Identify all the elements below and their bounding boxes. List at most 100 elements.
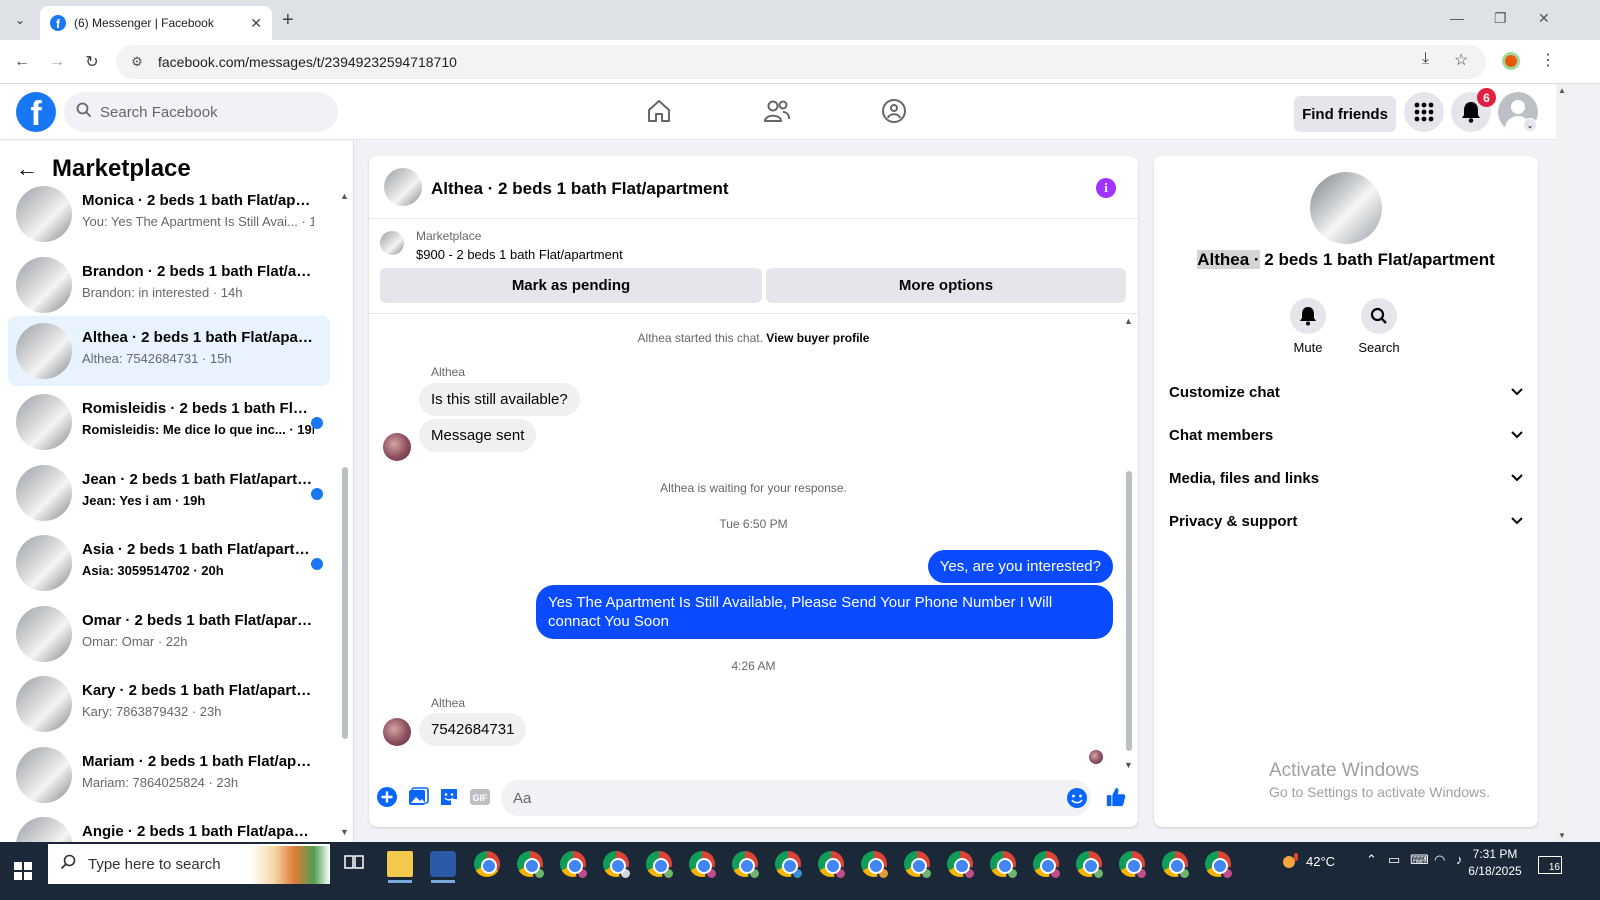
facebook-search[interactable] (64, 92, 338, 132)
browser-menu-icon[interactable]: ⋮ (1540, 50, 1556, 70)
conversation-item[interactable]: Monica · 2 beds 1 bath Flat/apartment Yo… (8, 179, 330, 249)
task-view-icon[interactable] (343, 851, 369, 877)
browser-tab[interactable]: f (6) Messenger | Facebook ✕ (40, 6, 272, 40)
menu-grid-icon[interactable] (1404, 92, 1444, 132)
minimize-icon[interactable]: — (1450, 10, 1464, 26)
windows-start-icon[interactable] (0, 842, 46, 900)
conversation-item[interactable]: Asia · 2 beds 1 bath Flat/apartment Asia… (8, 528, 330, 598)
window-close-icon[interactable]: ✕ (1538, 10, 1550, 27)
sidebar-scroll-up-icon[interactable]: ▲ (340, 191, 349, 201)
view-buyer-profile-link[interactable]: View buyer profile (766, 331, 869, 345)
thumbs-up-icon[interactable] (1105, 786, 1127, 808)
restore-icon[interactable]: ❐ (1494, 10, 1507, 27)
tab-close-icon[interactable]: ✕ (250, 15, 262, 32)
new-tab-button[interactable]: + (282, 8, 294, 32)
sender-avatar[interactable] (383, 433, 411, 461)
conversation-item[interactable]: Omar · 2 beds 1 bath Flat/apartment Omar… (8, 599, 330, 669)
chrome-profile-icon[interactable] (732, 851, 761, 880)
chrome-profile-icon[interactable] (775, 851, 804, 880)
mute-button[interactable]: Mute (1278, 298, 1338, 355)
find-friends-button[interactable]: Find friends (1294, 96, 1396, 132)
site-settings-icon[interactable]: ⚙ (122, 54, 152, 70)
friends-icon[interactable] (762, 96, 792, 126)
install-app-icon[interactable]: ⤓ (1422, 50, 1429, 68)
conversation-item[interactable]: Mariam · 2 beds 1 bath Flat/apartment Ma… (8, 740, 330, 810)
action-center-icon[interactable]: 16 (1538, 856, 1562, 874)
incoming-message[interactable]: 7542684731 (419, 713, 527, 746)
incoming-message[interactable]: Is this still available? (419, 383, 580, 416)
chrome-profile-icon[interactable] (1119, 851, 1148, 880)
chrome-profile-icon[interactable] (1205, 851, 1234, 880)
conversation-item[interactable]: Brandon · 2 beds 1 bath Flat/apartment B… (8, 250, 330, 320)
sticker-icon[interactable] (438, 786, 460, 808)
page-scrollbar[interactable]: ▲ ▼ (1556, 84, 1568, 842)
outgoing-message[interactable]: Yes, are you interested? (927, 550, 1113, 583)
file-explorer-icon[interactable] (387, 851, 413, 877)
extension-icon[interactable] (1502, 52, 1520, 70)
chrome-profile-icon[interactable] (861, 851, 890, 880)
sender-avatar[interactable] (383, 718, 411, 746)
privacy-support-section[interactable]: Privacy & support (1154, 501, 1538, 541)
customize-chat-section[interactable]: Customize chat (1154, 372, 1538, 412)
url-text[interactable]: facebook.com/messages/t/2394923259471871… (158, 54, 457, 70)
reload-icon[interactable]: ↻ (80, 50, 104, 74)
back-arrow-icon[interactable]: ← (10, 50, 34, 74)
chrome-icon[interactable] (474, 851, 500, 877)
conversation-avatar[interactable] (1310, 172, 1382, 244)
chat-scrollbar[interactable]: ▲ ▼ (1124, 316, 1134, 770)
gif-icon[interactable]: GIF (469, 786, 491, 808)
chrome-profile-icon[interactable] (1076, 851, 1105, 880)
tray-overflow-chevron-icon[interactable]: ⌃ (1366, 852, 1377, 868)
pinned-app-icon[interactable] (430, 851, 456, 877)
message-input-box[interactable] (501, 780, 1091, 816)
taskbar-clock[interactable]: 7:31 PM 6/18/2025 (1462, 846, 1528, 880)
chrome-profile-icon[interactable] (1162, 851, 1191, 880)
chrome-profile-icon[interactable] (517, 851, 546, 880)
wifi-icon[interactable]: ◠ (1434, 852, 1445, 868)
listing-thumbnail[interactable] (380, 231, 404, 255)
conversation-item-active[interactable]: Althea · 2 beds 1 bath Flat/apartment Al… (8, 316, 330, 386)
conversation-item[interactable]: Romisleidis · 2 beds 1 bath Flat/apartme… (8, 387, 330, 457)
search-in-conversation-button[interactable]: Search (1349, 298, 1409, 355)
info-icon[interactable]: i (1096, 178, 1116, 198)
conversation-item[interactable]: Jean · 2 beds 1 bath Flat/apartment Jean… (8, 458, 330, 528)
chat-avatar[interactable] (384, 168, 422, 206)
listing-title[interactable]: $900 - 2 beds 1 bath Flat/apartment (416, 247, 623, 262)
chrome-profile-icon[interactable] (1033, 851, 1062, 880)
chat-title[interactable]: Althea · 2 beds 1 bath Flat/apartment (431, 179, 729, 199)
bookmark-star-icon[interactable]: ☆ (1454, 50, 1468, 70)
mark-as-pending-button[interactable]: Mark as pending (380, 268, 762, 303)
network-device-icon[interactable]: ▭ (1388, 852, 1400, 868)
weather-icon[interactable] (1280, 850, 1302, 875)
facebook-search-input[interactable] (100, 103, 320, 121)
chrome-profile-icon[interactable] (990, 851, 1019, 880)
chat-members-section[interactable]: Chat members (1154, 415, 1538, 455)
temperature-text[interactable]: 42°C (1306, 854, 1335, 869)
taskbar-search[interactable]: Type here to search (48, 844, 330, 884)
home-icon[interactable] (644, 96, 674, 126)
facebook-logo-icon[interactable]: f (16, 92, 56, 132)
more-options-button[interactable]: More options (766, 268, 1126, 303)
chrome-profile-icon[interactable] (603, 851, 632, 880)
outgoing-message[interactable]: Yes The Apartment Is Still Available, Pl… (536, 585, 1113, 639)
message-input[interactable] (513, 789, 1053, 807)
chrome-profile-icon[interactable] (818, 851, 847, 880)
forward-arrow-icon[interactable]: → (45, 50, 69, 74)
emoji-icon[interactable] (1066, 787, 1088, 809)
tab-search-button[interactable]: ⌄ (8, 8, 32, 32)
plus-circle-icon[interactable] (376, 786, 398, 808)
media-files-links-section[interactable]: Media, files and links (1154, 458, 1538, 498)
groups-icon[interactable] (879, 96, 909, 126)
photo-icon[interactable] (407, 786, 429, 808)
sidebar-scrollbar[interactable] (340, 327, 350, 742)
chrome-profile-icon[interactable] (947, 851, 976, 880)
language-icon[interactable]: ⌨ (1410, 852, 1429, 868)
sidebar-scroll-down-icon[interactable]: ▼ (340, 827, 349, 837)
chrome-profile-icon[interactable] (560, 851, 589, 880)
account-chevron-down-icon[interactable]: ⌄ (1523, 118, 1537, 132)
chrome-profile-icon[interactable] (904, 851, 933, 880)
conversation-item[interactable]: Angie · 2 beds 1 bath Flat/apartment (8, 810, 330, 842)
chrome-profile-icon[interactable] (646, 851, 675, 880)
incoming-message[interactable]: Message sent (419, 419, 537, 452)
chrome-profile-icon[interactable] (689, 851, 718, 880)
